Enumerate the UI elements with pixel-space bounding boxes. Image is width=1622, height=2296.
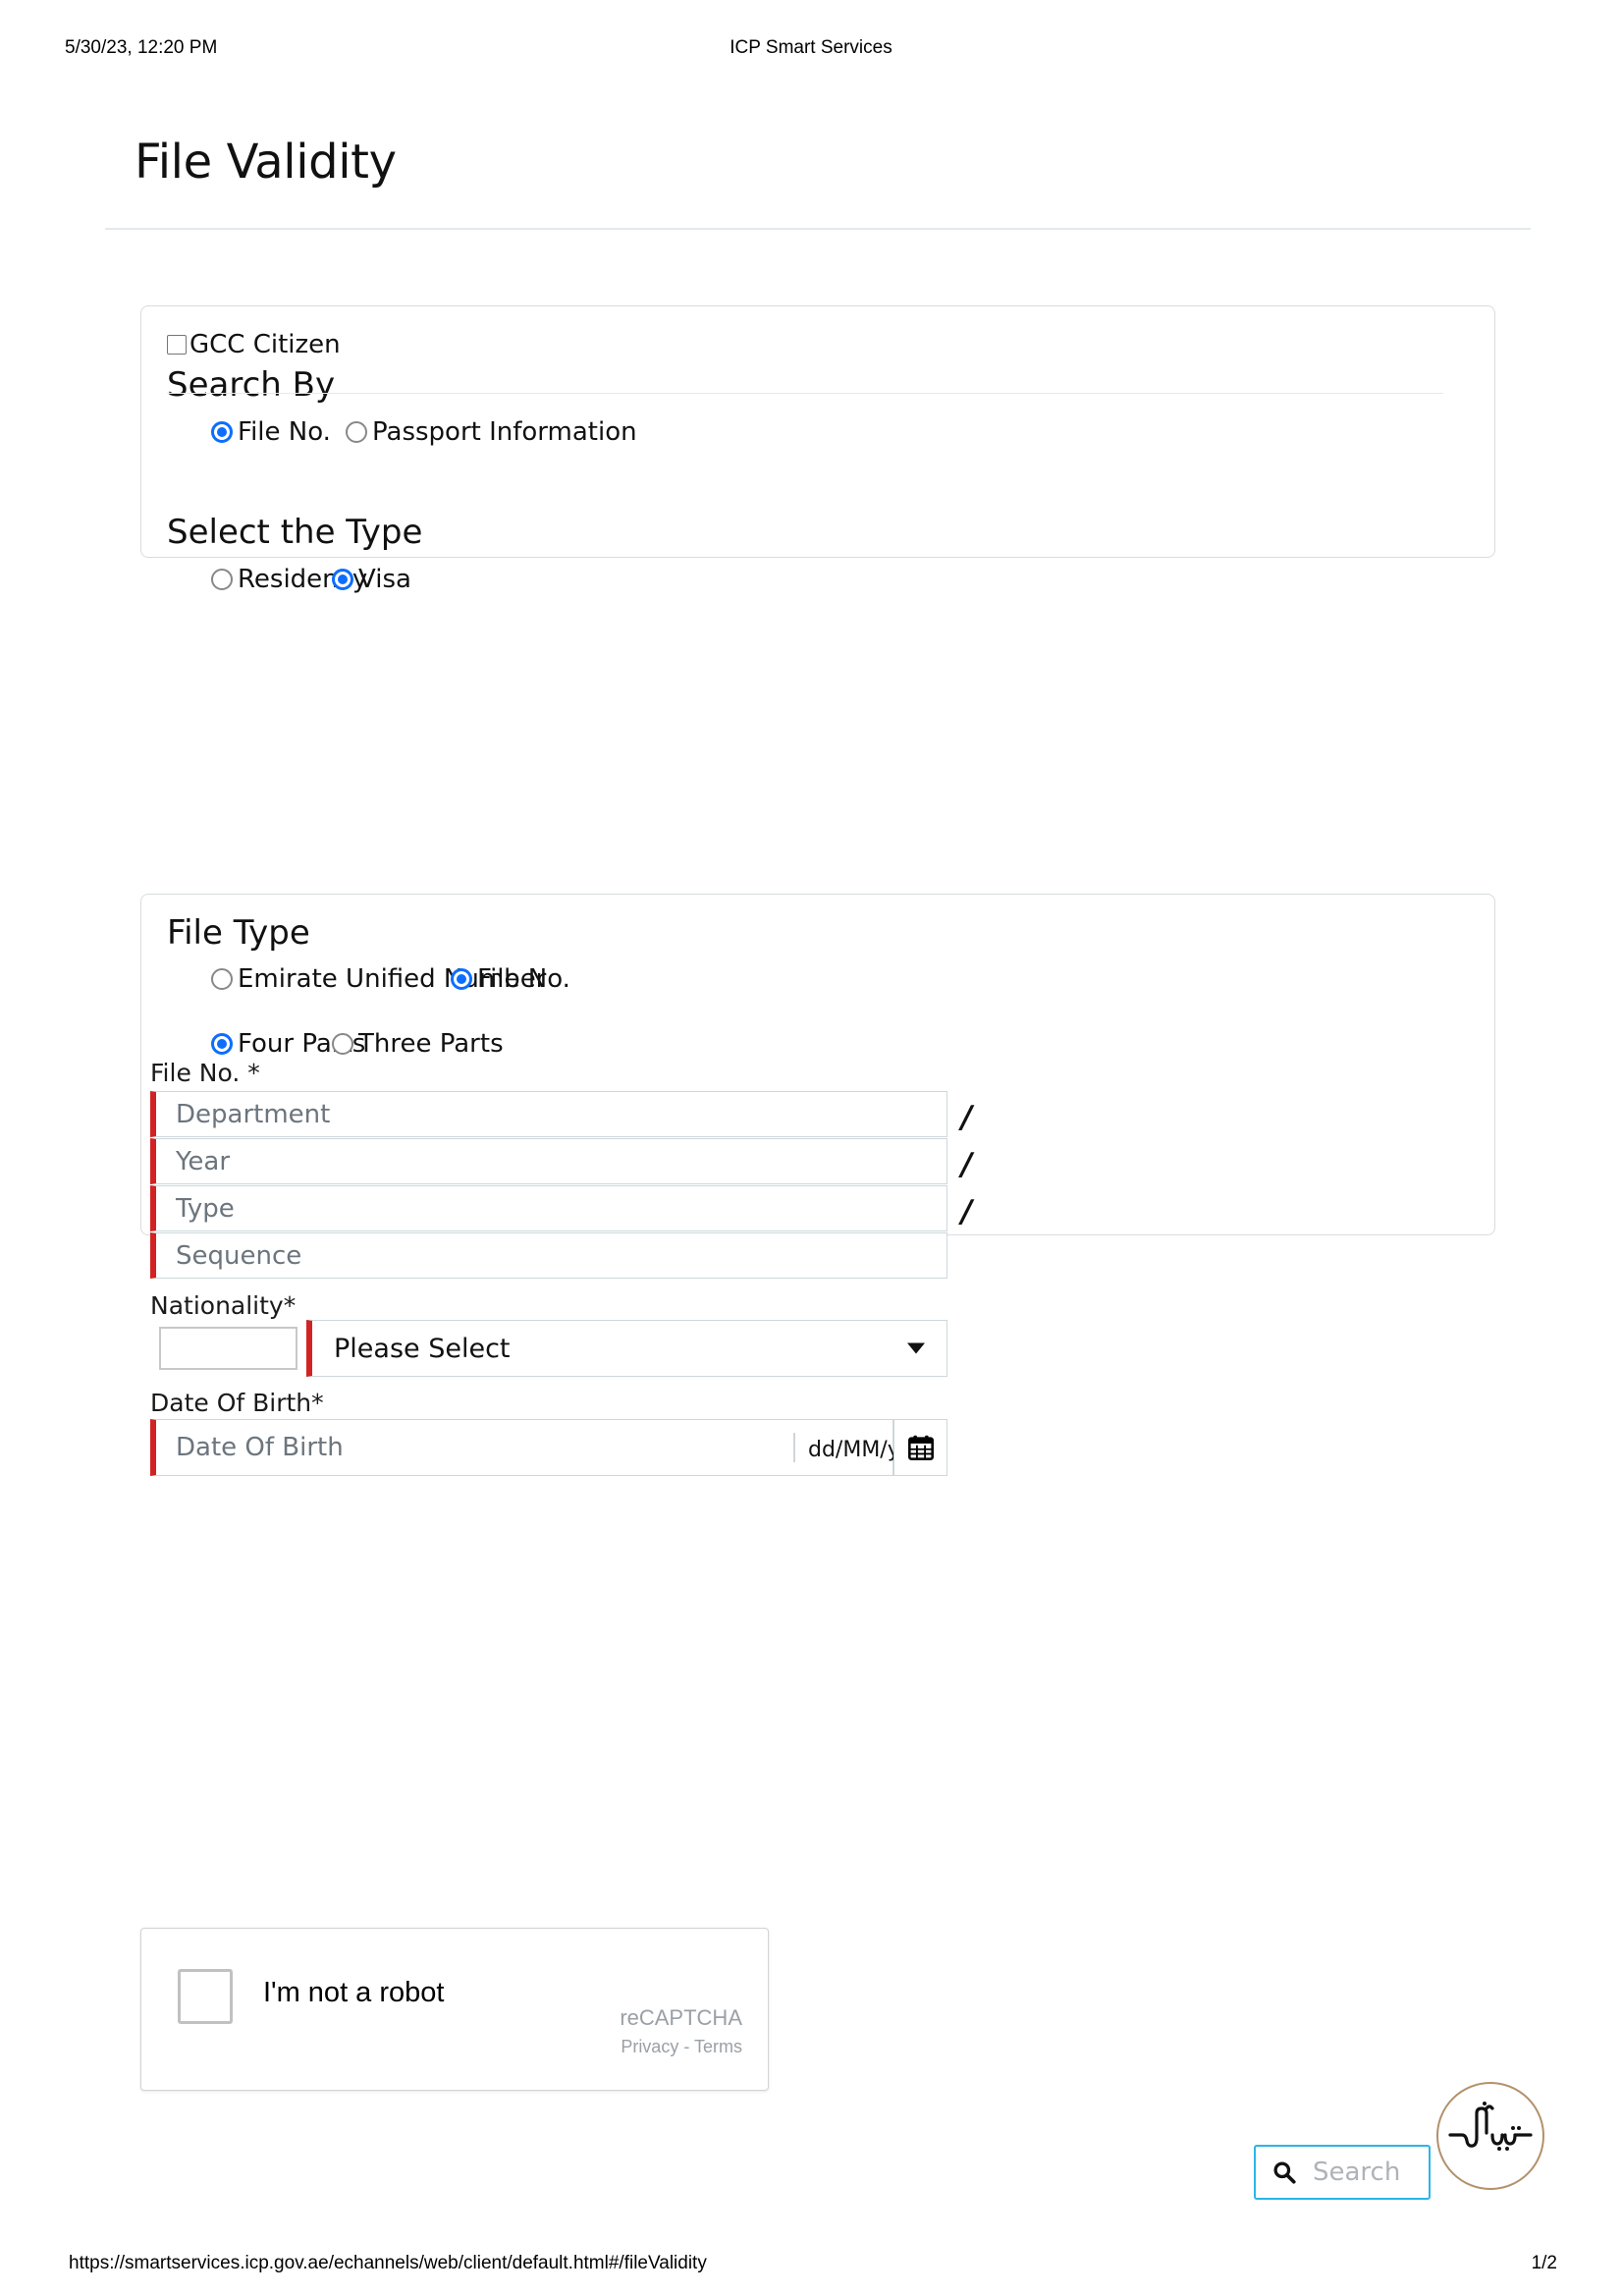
radio-icon-selected[interactable] <box>451 968 472 990</box>
print-site-title: ICP Smart Services <box>730 37 892 58</box>
nationality-flag-box <box>159 1327 297 1370</box>
print-header: 5/30/23, 12:20 PM ICP Smart Services <box>0 37 1622 67</box>
calligraphy-icon <box>1448 2102 1533 2151</box>
radio-label: Visa <box>358 565 411 594</box>
date-of-birth-label: Date Of Birth* <box>150 1389 324 1417</box>
select-type-heading: Select the Type <box>167 513 423 552</box>
file-no-separator-2: / <box>961 1147 973 1182</box>
print-footer: https://smartservices.icp.gov.ae/echanne… <box>0 2253 1622 2282</box>
input-placeholder: Year <box>176 1146 231 1176</box>
checkbox-icon[interactable] <box>167 335 187 355</box>
card-section-divider <box>167 393 1443 394</box>
recaptcha-label: I'm not a robot <box>263 1977 445 2008</box>
file-no-year-input[interactable]: Year <box>150 1138 947 1184</box>
radio-label: Passport Information <box>372 417 637 447</box>
file-type-heading: File Type <box>167 913 310 953</box>
file-no-type-input[interactable]: Type <box>150 1185 947 1231</box>
print-page-number: 1/2 <box>1531 2253 1557 2273</box>
search-criteria-card: GCC Citizen Search By File No. Passport … <box>140 305 1495 594</box>
file-no-label: File No. * <box>150 1059 260 1087</box>
icp-calligraphy-logo <box>1436 2082 1544 2190</box>
input-placeholder: Date Of Birth <box>176 1433 344 1462</box>
search-by-heading: Search By <box>167 365 336 405</box>
file-no-department-input[interactable]: Department <box>150 1091 947 1137</box>
recaptcha-legal-links[interactable]: Privacy - Terms <box>621 2037 742 2057</box>
calendar-button[interactable] <box>893 1419 947 1476</box>
title-divider <box>105 228 1531 230</box>
radio-icon-unselected[interactable] <box>211 569 233 590</box>
gcc-citizen-label: GCC Citizen <box>189 330 341 359</box>
chevron-down-icon[interactable] <box>907 1342 925 1354</box>
input-placeholder: Department <box>176 1099 331 1129</box>
search-icon <box>1273 2161 1296 2184</box>
recaptcha-widget[interactable]: I'm not a robot reCAPTCHA Privacy - Term… <box>140 1928 769 2091</box>
page-title: File Validity <box>135 135 397 190</box>
input-placeholder: Sequence <box>176 1240 302 1271</box>
radio-icon-selected[interactable] <box>211 421 233 443</box>
calendar-icon <box>907 1435 934 1460</box>
radio-label: File No. <box>238 417 331 447</box>
radio-icon-selected[interactable] <box>332 569 353 590</box>
radio-type-visa[interactable]: Visa <box>332 565 411 594</box>
nationality-selected-value: Please Select <box>334 1333 511 1364</box>
radio-label: File No. <box>477 964 570 994</box>
date-of-birth-input[interactable]: Date Of Birth <box>150 1419 893 1476</box>
file-no-separator-3: / <box>961 1194 973 1230</box>
date-field-divider <box>793 1433 795 1462</box>
file-no-separator-1: / <box>961 1100 973 1135</box>
nationality-select[interactable]: Please Select <box>306 1320 947 1377</box>
recaptcha-brand: reCAPTCHA <box>620 2005 742 2030</box>
file-type-card: File Type Emirate Unified Number File No… <box>140 894 1495 1476</box>
file-no-sequence-input[interactable]: Sequence <box>150 1232 947 1279</box>
radio-search-by-file-no[interactable]: File No. <box>211 417 331 447</box>
radio-three-parts[interactable]: Three Parts <box>332 1029 504 1059</box>
radio-icon-selected[interactable] <box>211 1033 233 1055</box>
search-button[interactable]: Search <box>1254 2145 1431 2200</box>
radio-file-no[interactable]: File No. <box>451 964 570 994</box>
radio-icon-unselected[interactable] <box>346 421 367 443</box>
radio-icon-unselected[interactable] <box>332 1033 353 1055</box>
nationality-label: Nationality* <box>150 1291 297 1320</box>
radio-label: Three Parts <box>358 1029 504 1059</box>
radio-search-by-passport-information[interactable]: Passport Information <box>346 417 637 447</box>
input-placeholder: Type <box>176 1193 235 1224</box>
gcc-citizen-checkbox[interactable]: GCC Citizen <box>167 330 341 359</box>
recaptcha-checkbox[interactable] <box>178 1969 233 2024</box>
search-button-label: Search <box>1313 2158 1401 2187</box>
radio-icon-unselected[interactable] <box>211 968 233 990</box>
print-url: https://smartservices.icp.gov.ae/echanne… <box>69 2253 707 2273</box>
